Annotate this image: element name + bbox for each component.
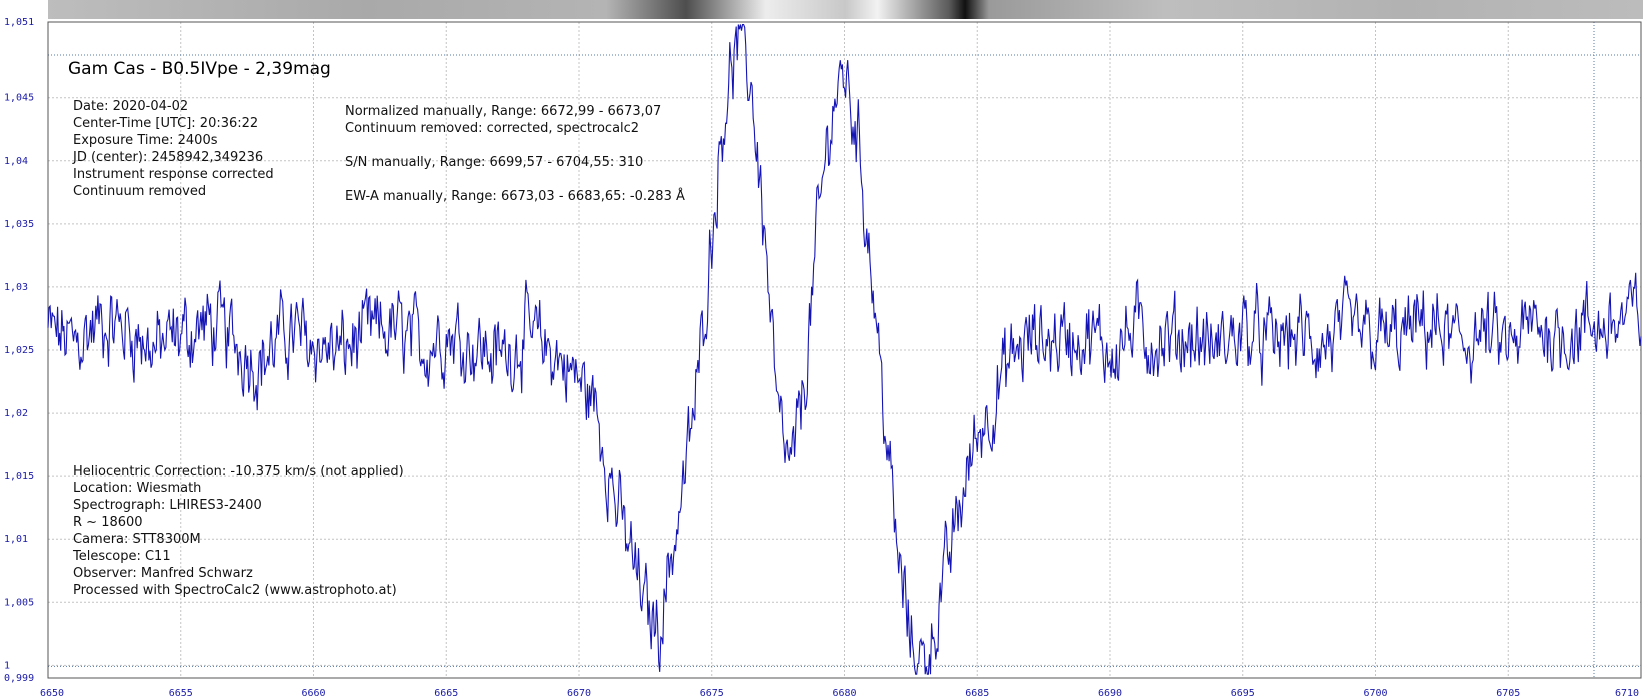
y-tick-label: 1,005	[4, 597, 34, 608]
spectrum-image-band	[48, 0, 1643, 19]
x-tick-label: 6670	[567, 688, 591, 699]
info-line: Date: 2020-04-02	[73, 99, 189, 114]
x-tick-label: 6695	[1231, 688, 1255, 699]
x-axis-ticks: 6650 6655 6660 6665 6670 6675 6680 6685 6690 6695…	[40, 688, 1639, 699]
info-line: Continuum removed: corrected, spectrocal…	[345, 121, 640, 136]
observation-info: Date: 2020-04-02 Center-Time [UTC]: 20:36…	[73, 98, 274, 200]
info-line: EW-A manually, Range: 6673,03 - 6683,65:…	[345, 189, 685, 204]
x-tick-label: 6650	[40, 688, 64, 699]
info-line: Instrument response corrected	[73, 167, 274, 182]
info-line: S/N manually, Range: 6699,57 - 6704,55: …	[345, 155, 644, 170]
info-line: Continuum removed	[73, 184, 207, 199]
x-tick-label: 6700	[1364, 688, 1388, 699]
info-line: R ~ 18600	[73, 515, 143, 530]
info-line: Observer: Manfred Schwarz	[73, 566, 253, 581]
x-tick-label: 6660	[302, 688, 326, 699]
info-line: Location: Wiesmath	[73, 481, 202, 496]
x-tick-label: 6705	[1496, 688, 1520, 699]
y-tick-label: 1,045	[4, 93, 34, 104]
x-tick-label: 6685	[965, 688, 989, 699]
info-line: Heliocentric Correction: -10.375 km/s (n…	[73, 464, 404, 479]
info-line: Spectrograph: LHIRES3-2400	[73, 498, 262, 513]
x-tick-label: 6655	[169, 688, 193, 699]
y-tick-label: 1,025	[4, 345, 34, 356]
y-tick-label: 1	[4, 660, 10, 671]
y-tick-label: 0,999	[4, 673, 34, 684]
x-tick-label: 6665	[434, 688, 458, 699]
y-axis-ticks: 0,999 1 1,005 1,01 1,015 1,02 1,025 1,03 1,035 1,…	[4, 17, 34, 684]
y-tick-label: 1,02	[4, 408, 28, 419]
instrument-info: Heliocentric Correction: -10.375 km/s (n…	[73, 463, 404, 599]
info-line: Center-Time [UTC]: 20:36:22	[73, 116, 259, 131]
x-tick-label: 6675	[700, 688, 724, 699]
info-line: Exposure Time: 2400s	[73, 133, 218, 148]
processing-info: Normalized manually, Range: 6672,99 - 66…	[345, 103, 685, 205]
info-line: Telescope: C11	[73, 549, 171, 564]
y-tick-label: 1,04	[4, 156, 28, 167]
info-line	[345, 137, 685, 154]
info-line: JD (center): 2458942,349236	[73, 150, 264, 165]
y-tick-label: 1,035	[4, 219, 34, 230]
x-tick-label: 6710	[1615, 688, 1639, 699]
x-tick-label: 6690	[1098, 688, 1122, 699]
x-tick-label: 6680	[833, 688, 857, 699]
y-tick-label: 1,01	[4, 534, 28, 545]
info-line: Processed with SpectroCalc2 (www.astroph…	[73, 583, 397, 598]
y-tick-label: 1,03	[4, 282, 28, 293]
y-tick-label: 1,051	[4, 17, 34, 28]
y-tick-label: 1,015	[4, 471, 34, 482]
chart-title: Gam Cas - B0.5IVpe - 2,39mag	[68, 59, 331, 79]
info-line: Camera: STT8300M	[73, 532, 201, 547]
info-line	[345, 171, 685, 188]
info-line: Normalized manually, Range: 6672,99 - 66…	[345, 104, 662, 119]
